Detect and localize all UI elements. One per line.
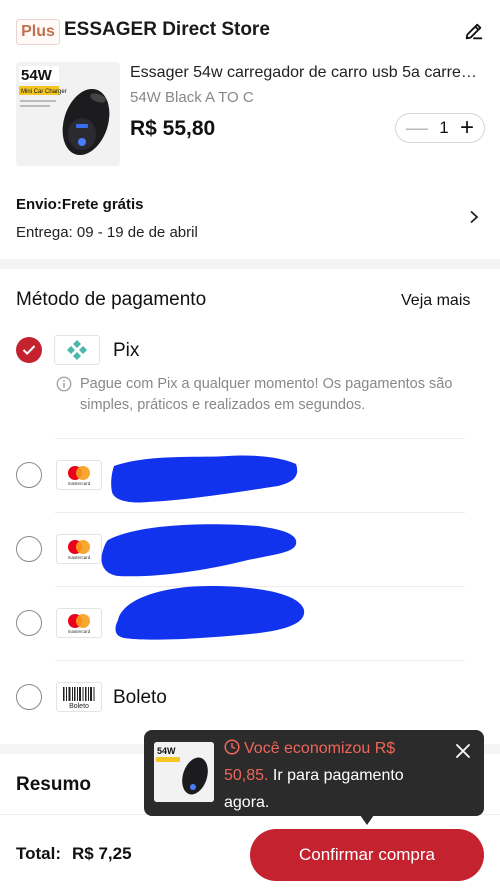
svg-text:Boleto: Boleto [69,703,89,710]
mastercard-icon: mastercard [68,614,91,634]
pix-label[interactable]: Pix [113,340,139,362]
svg-text:mastercard: mastercard [68,629,91,634]
clock-icon [224,739,240,755]
redacted-card-details-3 [115,586,305,640]
payment-section-title: Método de pagamento [16,289,207,310]
confirm-purchase-button[interactable]: Confirmar compra [250,829,484,881]
decrease-quantity-button[interactable]: — [406,117,428,139]
boleto-radio[interactable] [16,684,42,710]
checkmark-icon [22,345,36,356]
product-title[interactable]: Essager 54w carregador de carro usb 5a c… [130,64,485,82]
total-label: Total: [16,844,62,863]
pix-icon [67,340,87,360]
product-image-text: 54W [21,67,53,84]
mastercard-logo-box-1: mastercard [56,460,102,490]
quantity-stepper[interactable]: — 1 + [395,113,485,143]
redacted-card-details-1 [111,455,298,503]
boleto-label[interactable]: Boleto [113,687,167,709]
mastercard-logo-box-3: mastercard [56,608,102,638]
mastercard-icon: mastercard [68,466,91,486]
svg-text:mastercard: mastercard [68,555,91,560]
pix-logo-box [54,335,100,365]
mastercard-logo-box-2: mastercard [56,534,102,564]
toast-message[interactable]: Você economizou R$ 50,85. Ir para pagame… [224,735,432,816]
product-image-subtext: Mini Car Charger [21,89,67,95]
option-divider [55,438,465,439]
pix-info-note: Pague com Pix a qualquer momento! Os pag… [80,376,453,413]
delivery-estimate: Entrega: 09 - 19 de de abril [16,224,198,241]
plus-badge: Plus [16,19,60,45]
card-radio-2[interactable] [16,536,42,562]
product-image[interactable]: 54W Mini Car Charger [16,62,120,166]
increase-quantity-button[interactable]: + [460,116,474,140]
card-radio-3[interactable] [16,610,42,636]
chevron-right-icon[interactable] [468,210,480,224]
option-divider [55,660,465,661]
quantity-value: 1 [439,118,449,137]
option-divider [55,512,465,513]
edit-pencil-icon[interactable] [463,20,485,42]
summary-title[interactable]: Resumo [16,774,91,796]
barcode-icon: Boleto [63,687,95,710]
product-price: R$ 55,80 [130,117,216,140]
store-name[interactable]: ESSAGER Direct Store [64,19,270,41]
total-value: R$ 7,25 [72,844,132,863]
redacted-card-details-2 [101,524,297,577]
toast-pointer [360,815,374,825]
svg-text:54W: 54W [157,746,176,756]
see-more-link[interactable]: Veja mais [401,292,470,310]
card-radio-1[interactable] [16,462,42,488]
pix-radio[interactable] [16,337,42,363]
boleto-logo-box: Boleto [56,682,102,712]
svg-text:mastercard: mastercard [68,481,91,486]
section-divider [0,259,500,269]
toast-product-image: 54W [154,742,214,802]
close-icon[interactable] [454,742,472,760]
mastercard-icon: mastercard [68,540,91,560]
product-variant[interactable]: 54W Black A TO C [130,89,254,106]
shipping-method[interactable]: Envio:Frete grátis [16,196,144,213]
